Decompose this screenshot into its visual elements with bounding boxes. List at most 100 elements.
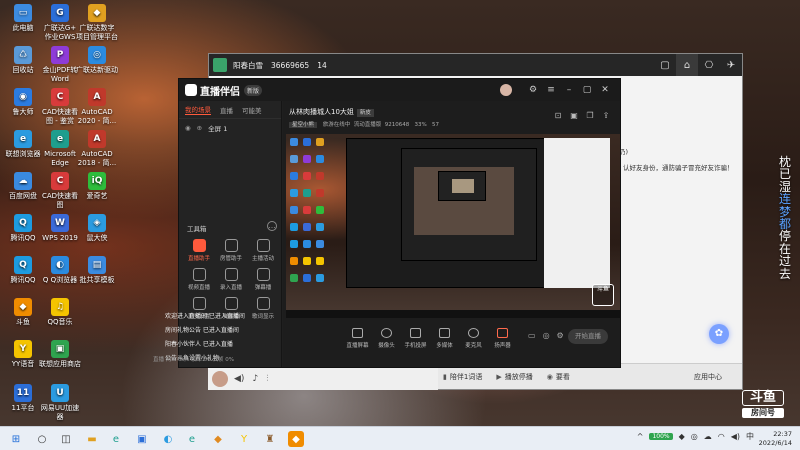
microphone-icon[interactable]: ♪	[252, 374, 258, 384]
eye-off-icon[interactable]: ◎	[543, 331, 550, 340]
equalizer-icon[interactable]: ⫶	[266, 374, 268, 384]
gift-icon[interactable]: ▣	[566, 111, 582, 120]
copy-icon[interactable]: ❐	[582, 111, 598, 120]
tab-live[interactable]: 直播	[220, 105, 233, 115]
browser-icon[interactable]: ◐	[160, 431, 176, 447]
bottom-item-1[interactable]: ▮ 陪伴1词语	[443, 372, 482, 382]
bottom-item-2[interactable]: ▶ 播放停播	[496, 372, 532, 382]
toolbox-item[interactable]: 视频直播	[183, 268, 215, 291]
toolbox-item[interactable]: 录入直播	[215, 268, 247, 291]
taskbar: ⊞ ○ ◫ ▬ e ▣ ◐ e ◆ Y ♜ ◆ ^ 100% ◆ ◎ ☁ ◠ ◀…	[0, 426, 800, 450]
live-companion-taskbar-icon[interactable]: ◆	[288, 431, 304, 447]
room-name: 阳春白雪	[233, 60, 263, 70]
desktop-icon-label: QQ音乐	[47, 318, 73, 326]
toolbox-item[interactable]: 主播活动	[247, 239, 279, 262]
preview-app-icon	[316, 189, 324, 197]
maximize-icon[interactable]: ▢	[578, 85, 596, 95]
source-button[interactable]: 扬声器	[488, 328, 517, 349]
settings-icon[interactable]: ⚙	[557, 331, 564, 340]
tray-icon-1[interactable]: ◆	[679, 432, 685, 441]
share-icon[interactable]: ⇪	[598, 111, 614, 120]
camera-icon[interactable]: ▭	[528, 331, 536, 340]
clock[interactable]: 22:37 2022/6/14	[759, 430, 792, 448]
app-icon: 11	[14, 384, 32, 402]
source-button[interactable]: 麦克风	[459, 328, 488, 349]
tray-icon-2[interactable]: ◎	[691, 432, 698, 441]
desktop-icon[interactable]: iQ 爱奇艺	[74, 172, 120, 201]
desktop-icon[interactable]: ♫ QQ音乐	[37, 298, 83, 327]
user-avatar[interactable]	[500, 84, 512, 96]
desktop-icon[interactable]: A AutoCAD 2018 - 简...	[74, 130, 120, 168]
desktop-icon[interactable]: ◎ 广联达新驱动	[74, 46, 120, 75]
lock-icon[interactable]: ⊕	[197, 124, 202, 132]
edge-icon[interactable]: e	[108, 431, 124, 447]
tab-other[interactable]: 可能美	[242, 105, 262, 115]
close-icon[interactable]: ✕	[596, 85, 614, 95]
battery-indicator[interactable]: 100%	[649, 433, 673, 440]
app-icon: ◈	[88, 214, 106, 232]
preview-app-icon	[316, 172, 324, 180]
chat-message: 欢迎进入直播间 已进入直播间	[165, 313, 245, 320]
screen-icon[interactable]: ▢	[654, 54, 676, 76]
source-button[interactable]: 直播屏幕	[343, 328, 372, 349]
preview-app-icon	[290, 274, 298, 282]
source-button[interactable]: 摄像头	[372, 328, 401, 349]
search-icon[interactable]: ○	[34, 431, 50, 447]
edge-icon-2[interactable]: e	[184, 431, 200, 447]
menu-icon[interactable]: ≡	[542, 85, 560, 95]
clock-time: 22:37	[773, 430, 792, 438]
file-explorer-icon[interactable]: ▬	[84, 431, 100, 447]
mic-icon: ▮	[443, 372, 447, 381]
tab-my-scenes[interactable]: 我的场景	[185, 104, 211, 115]
lock-icon[interactable]: ⊡	[550, 111, 566, 120]
eye-icon[interactable]: ◉	[185, 124, 191, 132]
desktop-icon[interactable]: A AutoCAD 2020 - 简...	[74, 88, 120, 126]
start-live-button[interactable]: 开始直播	[568, 329, 608, 344]
preview-app-icon	[316, 240, 324, 248]
airplane-icon[interactable]: ✈	[720, 54, 742, 76]
ime-icon[interactable]: 中	[746, 431, 754, 442]
app-center-label[interactable]: 应用中心	[694, 372, 722, 382]
toolbox-item[interactable]: 弹幕播	[247, 268, 279, 291]
source-icon	[468, 328, 479, 338]
room-tag[interactable]: 新皮	[356, 109, 374, 117]
live-preview[interactable]: 斗鱼	[286, 134, 620, 318]
home-icon[interactable]: ⌂	[676, 54, 698, 76]
yy-app-icon[interactable]: Y	[236, 431, 252, 447]
wifi-icon[interactable]: ◠	[718, 432, 725, 441]
gamepad-icon[interactable]: ⎔	[698, 54, 720, 76]
source-button[interactable]: 手机投屏	[401, 328, 430, 349]
app-icon[interactable]: ♜	[262, 431, 278, 447]
avatar[interactable]	[212, 371, 228, 387]
desktop-icon-label: AutoCAD 2018 - 简...	[77, 150, 117, 167]
desktop-icon[interactable]: U 网易UU加速 器	[37, 384, 83, 422]
window-controls: ⚙ ≡ – ▢ ✕	[524, 79, 614, 101]
desktop-icon[interactable]: ◆ 广联达数字 项目管理平台	[74, 4, 120, 42]
watermark-logo: 斗鱼	[742, 390, 784, 406]
toolbox-item[interactable]: 房管助手	[215, 239, 247, 262]
bottom-item-3[interactable]: ◉ 要看	[547, 372, 570, 382]
windows-start-icon[interactable]: ⊞	[8, 431, 24, 447]
volume-icon[interactable]: ◀)	[731, 432, 740, 441]
desktop-icon[interactable]: ▣ 联想应用商店	[37, 340, 83, 369]
tool-label: 直播助手	[187, 256, 210, 262]
settings-icon[interactable]: ⚙	[524, 85, 542, 95]
volume-icon[interactable]: ◀)	[234, 374, 244, 384]
scene-item[interactable]: ◉ ⊕ 全屏 1	[179, 119, 281, 137]
tray-icon-3[interactable]: ☁	[704, 432, 712, 441]
source-button[interactable]: 多媒体	[430, 328, 459, 349]
desktop-icon[interactable]: ◈ 鼠大侠	[74, 214, 120, 243]
assistant-float-button[interactable]: ✿	[709, 324, 729, 344]
preview-watermark: 斗鱼	[592, 284, 614, 306]
toolbox-more-icon[interactable]: …	[267, 221, 277, 231]
tray-chevron-icon[interactable]: ^	[637, 432, 644, 441]
tool-icon	[256, 297, 270, 310]
minimize-icon[interactable]: –	[560, 85, 578, 95]
store-icon[interactable]: ▣	[134, 431, 150, 447]
toolbox-item[interactable]: 直播助手	[183, 239, 215, 262]
desktop-icon[interactable]: ▤ 批共享模板	[74, 256, 120, 285]
task-view-icon[interactable]: ◫	[58, 431, 74, 447]
live-companion-window[interactable]: 直播伴侣 新版 ⚙ ≡ – ▢ ✕ 我的场景 直播 可能美 ◉ ⊕ 全屏 1 工…	[153, 78, 621, 368]
preview-app-icon	[316, 257, 324, 265]
douyu-app-icon[interactable]: ◆	[210, 431, 226, 447]
